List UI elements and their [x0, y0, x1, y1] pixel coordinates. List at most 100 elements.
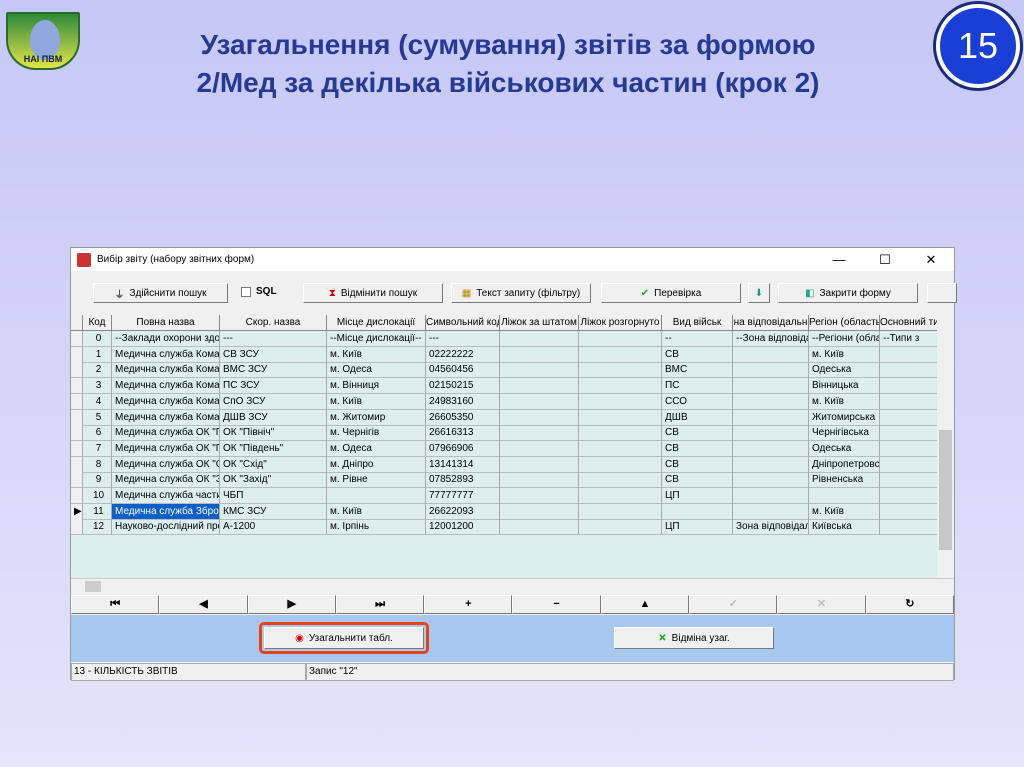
table-cell[interactable]: 02150215: [426, 378, 500, 395]
table-cell[interactable]: [733, 346, 809, 363]
row-indicator[interactable]: [71, 488, 83, 504]
table-cell[interactable]: [500, 456, 579, 473]
table-cell[interactable]: Рівненська: [809, 472, 880, 489]
table-cell[interactable]: 26616313: [426, 425, 500, 442]
row-indicator[interactable]: [71, 425, 83, 442]
table-cell[interactable]: 8: [83, 456, 112, 473]
table-row[interactable]: 2 Медична служба Коман ВМС ЗСУ м. Одеса 0456…: [71, 362, 938, 379]
table-cell[interactable]: м. Вінниця: [327, 378, 426, 395]
table-cell[interactable]: [500, 393, 579, 410]
table-row[interactable]: 7 Медична служба ОК "П ОК "Південь" м. Одес…: [71, 440, 938, 457]
table-cell[interactable]: [880, 393, 938, 410]
checkbox-box[interactable]: [241, 286, 251, 297]
table-cell[interactable]: ДШВ: [662, 409, 733, 426]
table-cell[interactable]: [579, 519, 662, 536]
table-cell[interactable]: [880, 519, 938, 536]
table-cell[interactable]: [579, 409, 662, 426]
table-cell[interactable]: [880, 472, 938, 489]
table-cell[interactable]: --Регіони (облас: [809, 331, 880, 347]
table-cell[interactable]: 26622093: [426, 503, 500, 520]
table-cell[interactable]: 13141314: [426, 456, 500, 473]
table-cell[interactable]: ПС ЗСУ: [220, 378, 327, 395]
table-cell[interactable]: м. Київ: [809, 346, 880, 363]
table-cell[interactable]: Київська: [809, 519, 880, 536]
column-header[interactable]: Основний тип: [880, 315, 938, 331]
table-cell[interactable]: [733, 456, 809, 473]
table-cell[interactable]: м. Одеса: [327, 362, 426, 379]
table-cell[interactable]: м. Одеса: [327, 440, 426, 457]
column-header[interactable]: Місце дислокації: [327, 315, 426, 331]
table-cell[interactable]: [579, 503, 662, 520]
table-cell[interactable]: [880, 425, 938, 442]
table-cell[interactable]: [579, 331, 662, 347]
table-cell[interactable]: [500, 425, 579, 442]
table-cell[interactable]: ДШВ ЗСУ: [220, 409, 327, 426]
row-indicator[interactable]: [71, 440, 83, 457]
table-cell[interactable]: м. Житомир: [327, 409, 426, 426]
table-cell[interactable]: [500, 409, 579, 426]
table-cell[interactable]: [579, 378, 662, 395]
table-cell[interactable]: м. Київ: [327, 393, 426, 410]
table-cell[interactable]: Медична служба ОК "З: [112, 472, 220, 489]
table-row[interactable]: 12 Науково-дослідний про А-1200 м. Ірпінь 12…: [71, 519, 938, 536]
check-button[interactable]: ✔ Перевірка: [601, 283, 741, 303]
table-cell[interactable]: [733, 503, 809, 520]
table-cell[interactable]: Вінницька: [809, 378, 880, 395]
extra-toolbar-button[interactable]: [927, 283, 957, 303]
table-cell[interactable]: м. Київ: [327, 503, 426, 520]
table-cell[interactable]: Дніпропетровсі: [809, 456, 880, 473]
column-header[interactable]: Символьний код: [426, 315, 500, 331]
row-indicator[interactable]: [71, 519, 83, 536]
table-cell[interactable]: --Типи з: [880, 331, 938, 347]
nav-button-9[interactable]: ↻: [865, 595, 954, 614]
nav-button-6[interactable]: ▲: [600, 595, 690, 614]
table-cell[interactable]: Одеська: [809, 440, 880, 457]
nav-button-0[interactable]: ⏮: [71, 595, 160, 614]
table-cell[interactable]: [733, 362, 809, 379]
table-cell[interactable]: [880, 362, 938, 379]
column-header[interactable]: Повна назва: [112, 315, 220, 331]
table-cell[interactable]: [880, 378, 938, 395]
nav-button-5[interactable]: −: [512, 595, 601, 614]
table-cell[interactable]: 07966906: [426, 440, 500, 457]
table-cell[interactable]: Медична служба ОК "С: [112, 456, 220, 473]
vertical-scrollbar[interactable]: [937, 315, 954, 578]
summarize-table-button[interactable]: ◉ Узагальнити табл.: [264, 627, 424, 649]
table-cell[interactable]: ССО: [662, 393, 733, 410]
table-cell[interactable]: Медична служба Коман: [112, 409, 220, 426]
scroll-thumb[interactable]: [939, 430, 952, 550]
table-cell[interactable]: СВ: [662, 456, 733, 473]
table-cell[interactable]: 04560456: [426, 362, 500, 379]
table-cell[interactable]: [579, 362, 662, 379]
table-cell[interactable]: Медична служба Коман: [112, 393, 220, 410]
column-header[interactable]: Код: [83, 315, 112, 331]
table-cell[interactable]: 26605350: [426, 409, 500, 426]
table-cell[interactable]: м. Київ: [809, 503, 880, 520]
table-cell[interactable]: ОК "Захід": [220, 472, 327, 489]
table-row[interactable]: 3 Медична служба Коман ПС ЗСУ м. Вінниця 021…: [71, 378, 938, 395]
column-header[interactable]: Регіон (область: [809, 315, 880, 331]
table-cell[interactable]: 4: [83, 393, 112, 410]
minimize-button[interactable]: —: [816, 252, 862, 268]
table-row[interactable]: 4 Медична служба Коман СпО ЗСУ м. Київ 24983…: [71, 393, 938, 410]
nav-button-7[interactable]: ✓: [689, 595, 778, 614]
table-cell[interactable]: м. Київ: [327, 346, 426, 363]
table-row[interactable]: 1 Медична служба Коман СВ ЗСУ м. Київ 022222…: [71, 346, 938, 363]
table-cell[interactable]: 5: [83, 409, 112, 426]
table-cell[interactable]: Медична служба Коман: [112, 362, 220, 379]
table-cell[interactable]: 0: [83, 331, 112, 347]
table-cell[interactable]: ---: [426, 331, 500, 347]
table-cell[interactable]: Зона відповідалі: [733, 519, 809, 536]
row-indicator[interactable]: [71, 393, 83, 410]
column-header[interactable]: Вид військ: [662, 315, 733, 331]
table-cell[interactable]: [579, 472, 662, 489]
down-arrow-button[interactable]: ⬇: [748, 283, 770, 303]
close-button[interactable]: ✕: [908, 252, 954, 268]
table-cell[interactable]: [733, 409, 809, 426]
table-cell[interactable]: [733, 440, 809, 457]
table-cell[interactable]: 12: [83, 519, 112, 536]
table-cell[interactable]: Медична служба ОК "П: [112, 425, 220, 442]
table-cell[interactable]: СВ ЗСУ: [220, 346, 327, 363]
table-cell[interactable]: Медична служба ОК "П: [112, 440, 220, 457]
row-indicator[interactable]: [71, 409, 83, 426]
